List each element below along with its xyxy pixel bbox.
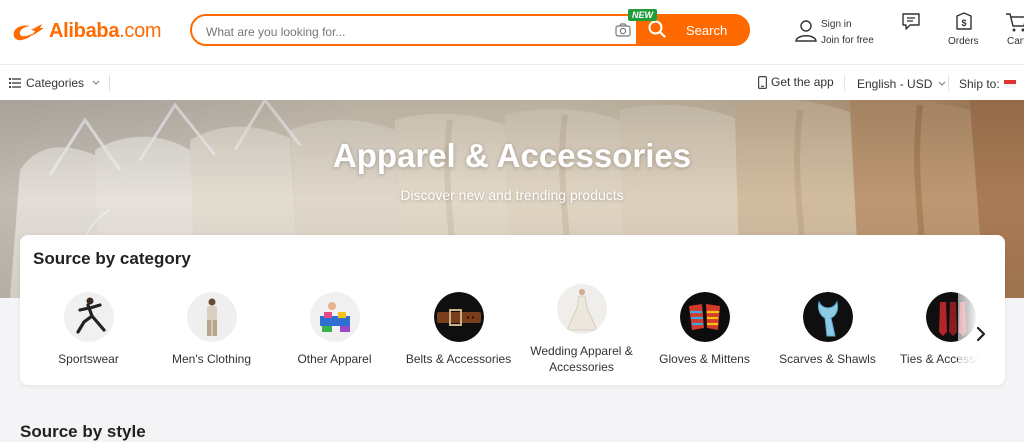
category-item-belts[interactable]: Belts & Accessories <box>397 292 520 367</box>
belt-image <box>434 292 484 342</box>
ship-to-label: Ship to: <box>959 77 1000 91</box>
language-label: English - USD <box>857 77 932 91</box>
user-icon[interactable] <box>794 18 818 42</box>
scarf-image <box>803 292 853 342</box>
logo-wordmark: Alibaba.com <box>49 20 161 43</box>
categories-menu[interactable]: Categories <box>9 76 100 90</box>
divider <box>109 75 110 91</box>
hero-subtitle: Discover new and trending products <box>0 187 1024 203</box>
category-card: Source by category Sportswear Men's Clot… <box>20 235 1005 385</box>
other-apparel-image <box>310 292 360 342</box>
orders-label[interactable]: Orders <box>948 36 979 47</box>
mens-clothing-image <box>187 292 237 342</box>
category-item-gloves[interactable]: Gloves & Mittens <box>643 292 766 367</box>
get-app-link[interactable]: Get the app <box>758 75 834 89</box>
cart-label[interactable]: Cart <box>1007 36 1024 47</box>
alibaba-logo-icon <box>10 18 46 44</box>
cart-icon[interactable] <box>1005 12 1024 32</box>
new-badge: NEW <box>628 9 657 21</box>
category-label: Scarves & Shawls <box>766 351 889 367</box>
message-icon[interactable] <box>902 13 920 30</box>
category-item-sportswear[interactable]: Sportswear <box>27 292 150 367</box>
category-label: Wedding Apparel & Accessories <box>520 343 643 375</box>
divider <box>948 75 949 91</box>
category-item-other-apparel[interactable]: Other Apparel <box>273 292 396 367</box>
chevron-down-icon <box>92 80 100 86</box>
get-app-label: Get the app <box>771 75 834 89</box>
category-label: Men's Clothing <box>150 351 273 367</box>
categories-label: Categories <box>26 76 84 90</box>
search-icon <box>648 20 666 38</box>
gloves-image <box>680 292 730 342</box>
category-label: Other Apparel <box>273 351 396 367</box>
category-item-wedding[interactable]: Wedding Apparel & Accessories <box>520 284 643 375</box>
sub-navigation: Categories Get the app English - USD Shi… <box>0 65 1024 100</box>
flag-icon <box>1004 80 1016 88</box>
wedding-dress-image <box>557 284 607 334</box>
search-button-label: Search <box>686 23 727 38</box>
search-input[interactable] <box>204 22 608 42</box>
search-bar: Search <box>190 14 750 46</box>
carousel-next-button[interactable] <box>958 235 1005 385</box>
sign-in-label[interactable]: Sign in <box>821 17 874 33</box>
top-header: Alibaba.com Search NEW Sign in Join for … <box>0 0 1024 65</box>
camera-icon[interactable] <box>615 23 631 37</box>
chevron-right-icon <box>975 326 987 342</box>
sign-in-link[interactable]: Sign in Join for free <box>821 17 874 49</box>
menu-icon <box>9 78 21 88</box>
category-label: Belts & Accessories <box>397 351 520 367</box>
sportswear-image <box>64 292 114 342</box>
chevron-down-icon <box>938 81 946 87</box>
category-label: Gloves & Mittens <box>643 351 766 367</box>
ship-to-selector[interactable]: Ship to: <box>959 77 1016 91</box>
join-free-label[interactable]: Join for free <box>821 33 874 49</box>
alibaba-logo[interactable]: Alibaba.com <box>10 18 161 44</box>
phone-icon <box>758 76 767 89</box>
divider <box>844 75 845 91</box>
category-item-scarves[interactable]: Scarves & Shawls <box>766 292 889 367</box>
category-label: Sportswear <box>27 351 150 367</box>
category-section-title: Source by category <box>33 249 191 269</box>
category-carousel: Sportswear Men's Clothing Othe <box>20 292 1005 382</box>
category-item-mens-clothing[interactable]: Men's Clothing <box>150 292 273 367</box>
orders-icon[interactable]: $ <box>955 12 973 31</box>
style-section-title: Source by style <box>20 422 146 442</box>
hero-title: Apparel & Accessories <box>0 137 1024 175</box>
language-currency-selector[interactable]: English - USD <box>857 77 946 91</box>
svg-text:$: $ <box>961 18 966 28</box>
